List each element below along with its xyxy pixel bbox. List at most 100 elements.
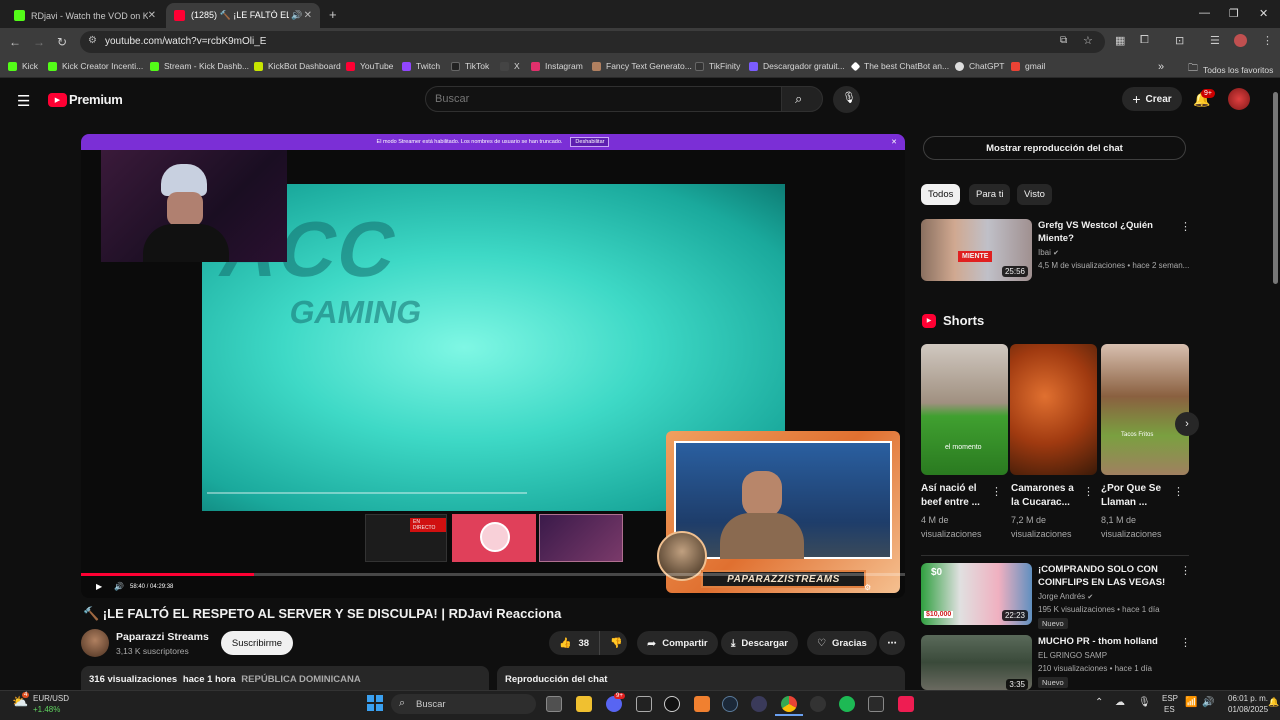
install-app-icon[interactable]: ⧉ (1060, 35, 1067, 46)
channel-name[interactable]: Paparazzi Streams (116, 631, 209, 643)
video-thumbnail[interactable]: 3:35 (921, 635, 1032, 690)
dislike-button[interactable]: 👎 (599, 631, 627, 655)
forward-icon[interactable]: → (33, 35, 45, 49)
notification-center-icon[interactable]: 🔔 (1268, 697, 1279, 708)
disable-streamer-mode-button[interactable]: Deshabilitar (570, 137, 610, 147)
bookmark-kick[interactable]: Kick (8, 61, 38, 71)
bookmark-tikfinity[interactable]: TikFinity (695, 61, 740, 71)
video-thumbnail[interactable]: MIENTE 25:56 (921, 219, 1032, 281)
video-title-link[interactable]: ¡COMPRANDO SOLO CON COINFLIPS EN LAS VEG… (1038, 563, 1173, 589)
video-channel[interactable]: EL GRINGO SAMP (1038, 651, 1107, 660)
voice-search-button[interactable]: 🎙 (833, 86, 860, 113)
tray-app-icon[interactable]: ☁ (1115, 697, 1125, 708)
bookmark-twitch[interactable]: Twitch (402, 61, 440, 71)
extension-grid-icon[interactable]: ▦ (1115, 34, 1125, 47)
bookmarks-overflow-button[interactable]: » (1158, 61, 1164, 73)
share-button[interactable]: ➦ Compartir (637, 631, 718, 655)
bookmark-kick-creator[interactable]: Kick Creator Incenti... (48, 61, 143, 71)
chip-for-you[interactable]: Para ti (969, 184, 1011, 205)
close-window-icon[interactable]: ✕ (1259, 7, 1268, 20)
app-icon[interactable] (868, 696, 884, 712)
file-explorer-icon[interactable] (576, 696, 592, 712)
new-tab-button[interactable]: + (329, 7, 337, 22)
app-icon[interactable] (810, 696, 826, 712)
chip-watched[interactable]: Visto (1017, 184, 1052, 205)
bookmark-chatgpt[interactable]: ChatGPT (955, 61, 1004, 71)
volume-icon[interactable]: 🔊 (114, 582, 124, 591)
bookmark-tiktok[interactable]: TikTok (451, 61, 489, 71)
short-title[interactable]: Camarones a la Cucarac... (1011, 482, 1083, 510)
short-thumbnail[interactable] (1010, 344, 1097, 475)
bookmark-descargador[interactable]: Descargador gratuit... (749, 61, 845, 71)
streamlabs-icon[interactable] (751, 696, 767, 712)
chrome-menu-icon[interactable]: ⋮ (1262, 34, 1273, 47)
download-button[interactable]: ⤓ Descargar (721, 631, 798, 655)
search-input[interactable] (425, 86, 782, 112)
short-thumbnail[interactable]: el momento (921, 344, 1008, 475)
steam-icon[interactable] (722, 696, 738, 712)
video-channel[interactable]: Jorge Andrés ✔ (1038, 592, 1093, 601)
short-menu-icon[interactable]: ⋮ (991, 485, 1002, 498)
close-tab-icon[interactable]: ✕ (304, 10, 312, 21)
tab-kick-vod[interactable]: RDjavi - Watch the VOD on Kick ✕ (6, 3, 164, 28)
play-icon[interactable]: ▶ (96, 582, 102, 591)
extensions-puzzle-icon[interactable]: ⧠ (1140, 34, 1149, 47)
video-channel[interactable]: Ibai ✔ (1038, 248, 1059, 257)
video-player[interactable]: El modo Streamer está habilitado. Los no… (81, 134, 905, 598)
close-tab-icon[interactable]: ✕ (148, 10, 156, 21)
shorts-next-chevron-icon[interactable]: › (1175, 412, 1199, 436)
short-title[interactable]: ¿Por Que Se Llaman ... (1101, 482, 1173, 510)
bookmark-youtube[interactable]: YouTube (346, 61, 393, 71)
thanks-button[interactable]: ♡ Gracias (807, 631, 877, 655)
video-menu-icon[interactable]: ⋮ (1180, 636, 1191, 649)
reading-list-icon[interactable]: ☰ (1210, 34, 1220, 47)
short-title[interactable]: Así nació el beef entre ... (921, 482, 993, 510)
tab-youtube-video[interactable]: (1285) 🔨 ¡LE FALTÓ EL RES 🔊 ✕ (166, 3, 320, 28)
bookmark-gmail[interactable]: gmail (1011, 61, 1045, 71)
taskbar-search-box[interactable]: ⌕ Buscar (391, 694, 536, 714)
location-tag[interactable]: REPÚBLICA DOMINICANA (241, 674, 360, 685)
all-favorites-folder[interactable]: 🗀 Todos los favoritos (1188, 61, 1273, 78)
video-menu-icon[interactable]: ⋮ (1180, 564, 1191, 577)
windows-start-icon[interactable] (367, 695, 383, 711)
address-bar[interactable]: ⚙ youtube.com/watch?v=rcbK9mOli_E ⧉ ☆ (80, 31, 1105, 53)
site-info-icon[interactable]: ⚙ (88, 35, 97, 46)
audio-playing-icon[interactable]: 🔊 (291, 10, 302, 21)
bookmark-kick-dashboard[interactable]: Stream - Kick Dashb... (150, 61, 249, 71)
ticker-symbol[interactable]: EUR/USD (33, 694, 69, 703)
tiktok-live-icon[interactable] (898, 696, 914, 712)
settings-gear-icon[interactable]: ⚙ (864, 583, 871, 592)
bookmark-x[interactable]: X (500, 61, 520, 71)
epic-games-icon[interactable] (636, 696, 652, 712)
vlc-icon[interactable] (694, 696, 710, 712)
short-thumbnail[interactable]: Tacos Fritos (1101, 344, 1189, 475)
tray-overflow-icon[interactable]: ⌃ (1095, 697, 1103, 708)
reload-icon[interactable]: ↻ (57, 35, 67, 49)
bookmark-instagram[interactable]: Instagram (531, 61, 583, 71)
clock-time[interactable]: 06:01 p. m. (1228, 694, 1268, 703)
wifi-icon[interactable]: 📶 (1185, 697, 1197, 708)
close-banner-icon[interactable]: ✕ (891, 138, 897, 146)
scrollbar-thumb[interactable] (1273, 92, 1278, 284)
restore-icon[interactable]: ❐ (1229, 7, 1239, 20)
account-avatar[interactable] (1228, 88, 1250, 110)
channel-avatar[interactable] (81, 629, 109, 657)
short-menu-icon[interactable]: ⋮ (1083, 485, 1094, 498)
bookmark-star-icon[interactable]: ☆ (1083, 34, 1093, 47)
github-desktop-icon[interactable] (664, 696, 680, 712)
like-button[interactable]: 👍 38 (549, 631, 599, 655)
split-view-icon[interactable]: ⊡ (1175, 34, 1184, 47)
language-top[interactable]: ESP (1162, 694, 1178, 703)
minimize-icon[interactable]: — (1199, 7, 1210, 19)
subscribe-button[interactable]: Suscribirme (221, 631, 293, 655)
chip-all[interactable]: Todos (921, 184, 961, 205)
speaker-icon[interactable]: 🔊 (1202, 697, 1214, 708)
spotify-icon[interactable] (839, 696, 855, 712)
hamburger-menu-icon[interactable]: ☰ (17, 92, 30, 110)
search-button[interactable]: ⌕ (781, 86, 823, 112)
bookmark-kickbot[interactable]: KickBot Dashboard (254, 61, 341, 71)
show-chat-replay-button[interactable]: Mostrar reproducción del chat (923, 136, 1186, 160)
profile-avatar[interactable] (1234, 34, 1247, 47)
task-view-icon[interactable] (546, 696, 562, 712)
video-menu-icon[interactable]: ⋮ (1180, 220, 1191, 233)
